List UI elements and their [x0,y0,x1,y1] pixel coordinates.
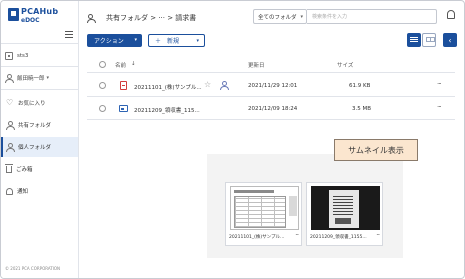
copyright-text: © 2021 PCA CORPORATION [5,266,61,271]
logo-main-text: PCAHub [21,7,59,16]
table-row[interactable]: 20211101_(株)サンプル... ☆ 2021/11/29 12:01 6… [87,75,455,97]
breadcrumb[interactable]: 共有フォルダ > ··· > 請求書 [87,11,196,25]
table-row[interactable]: 20211209_領収書_115... 2021/12/09 18:24 3.5… [87,98,455,120]
file-name[interactable]: 20211101_(株)サンプル... [134,83,202,91]
thumbnail-card[interactable]: 20211209_領収書_1155... ··· [306,182,383,246]
thumb-header [234,190,274,193]
sidebar-item-label: 共有フォルダ [18,123,52,129]
chevron-down-icon: ▾ [134,37,137,43]
sidebar-item-notifications[interactable]: 通知 [1,181,78,201]
new-button[interactable]: ＋ 新規 ▾ [148,34,205,47]
sidebar-item-label: 通知 [17,189,29,195]
list-view-icon[interactable] [407,33,421,47]
column-size[interactable]: サイズ [337,61,353,69]
logo-icon [8,8,19,21]
folder-scope-select[interactable]: 全てのフォルダ ▾ [253,9,307,24]
thumb-side [289,196,297,216]
column-name[interactable]: 名前 [115,61,126,69]
shared-user-icon[interactable] [220,81,229,90]
file-size: 3.5 MB [352,106,372,112]
shared-users-icon [87,14,98,23]
collapse-panel-button[interactable]: ‹ [443,33,457,47]
sidebar-item-label: 個人フォルダ [18,145,52,151]
sidebar: PCAHub eDOC sts3 飯田暁一郎 ▾ ♡ お気に入り 共有フォルダ … [1,1,79,278]
thumb-grid [234,196,286,228]
app-logo[interactable]: PCAHub eDOC [8,7,68,27]
tenant-name: sts3 [17,53,29,59]
row-checkbox[interactable] [99,82,106,89]
sidebar-item-label: ごみ箱 [16,167,33,173]
personal-folder-icon [6,143,15,152]
chevron-down-icon: ▾ [196,38,199,44]
sidebar-divider [1,89,79,90]
sidebar-divider [1,43,79,44]
file-name[interactable]: 20211209_領収書_115... [134,106,200,114]
sidebar-item-shared-folder[interactable]: 共有フォルダ [1,115,78,135]
folder-scope-value: 全てのフォルダ [258,14,297,21]
sort-arrow-icon[interactable]: ↓ [131,61,136,67]
sidebar-divider [1,66,79,67]
star-icon[interactable]: ☆ [204,80,211,89]
file-updated: 2021/11/29 12:01 [248,83,298,89]
chevron-down-icon: ▾ [300,14,303,20]
shared-folder-icon [6,121,15,130]
tenant-selector[interactable]: sts3 [5,49,75,63]
thumb-receipt [329,190,359,228]
file-size: 61.9 KB [349,83,371,89]
action-button[interactable]: アクション ▾ [87,34,142,47]
sidebar-item-favorites[interactable]: ♡ お気に入り [1,93,78,113]
thumbnail-caption: 20211209_領収書_1155... [310,235,367,240]
user-name: 飯田暁一郎 [17,76,45,82]
select-all-checkbox[interactable] [99,61,106,68]
sidebar-item-personal-folder[interactable]: 個人フォルダ [1,137,78,157]
thumbnail-callout: サムネイル表示 [334,139,418,161]
more-options-icon[interactable]: ··· [437,103,442,111]
bell-icon [6,187,13,195]
table-header: 名前 ↓ 更新日 サイズ [87,57,455,73]
heart-icon: ♡ [6,98,14,107]
notification-bell-icon[interactable] [447,10,455,19]
sidebar-item-trash[interactable]: ごみ箱 [1,159,78,179]
receipt-photo-thumbnail-image [311,186,380,230]
new-button-label: ＋ 新規 [155,38,180,45]
column-updated[interactable]: 更新日 [248,61,265,69]
trash-icon [5,164,13,173]
app-window: PCAHub eDOC sts3 飯田暁一郎 ▾ ♡ お気に入り 共有フォルダ … [0,0,465,279]
breadcrumb-text: 共有フォルダ > ··· > 請求書 [106,14,197,22]
file-updated: 2021/12/09 18:24 [248,106,298,112]
image-file-icon [119,105,128,112]
grid-view-icon[interactable] [422,33,436,47]
chevron-down-icon: ▾ [46,75,50,81]
more-options-icon[interactable]: ··· [295,232,299,239]
document-thumbnail-image [230,186,299,230]
search-placeholder: 検索条件を入力 [312,14,348,20]
thumbnail-caption: 20211101_(株)サンプル... [229,235,285,240]
action-button-label: アクション [94,38,124,45]
pdf-file-icon [120,81,127,90]
more-options-icon[interactable]: ··· [376,232,380,239]
sidebar-item-label: お気に入り [18,101,46,107]
thumbnail-card[interactable]: 20211101_(株)サンプル... ··· [225,182,302,246]
row-checkbox[interactable] [99,105,106,112]
user-menu[interactable]: 飯田暁一郎 ▾ [5,71,75,85]
building-icon [5,52,13,60]
user-icon [5,74,14,83]
more-options-icon[interactable]: ··· [437,80,442,88]
chevron-left-icon: ‹ [448,35,452,45]
logo-sub-text: eDOC [21,17,40,24]
hamburger-menu-icon[interactable] [65,31,73,38]
search-input[interactable]: 検索条件を入力 [307,9,437,24]
